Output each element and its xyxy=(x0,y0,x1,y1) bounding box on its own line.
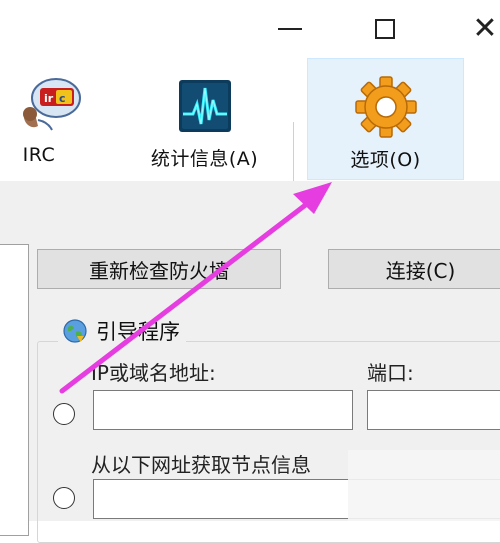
close-icon: ✕ xyxy=(472,11,498,46)
svg-text:c: c xyxy=(59,92,66,105)
bootstrap-title-text: 引导程序 xyxy=(96,320,180,344)
minimize-icon xyxy=(278,28,302,30)
irc-icon: ir c xyxy=(23,78,81,131)
ip-address-label: IP或域名地址: xyxy=(91,361,216,385)
toolbar-statistics-label: 统计信息(A) xyxy=(150,148,259,170)
bootstrap-group-title: 引导程序 xyxy=(58,316,186,346)
globe-icon xyxy=(63,319,87,343)
ip-address-radio[interactable] xyxy=(53,403,75,425)
toolbar-options-label: 选项(O) xyxy=(350,149,421,171)
url-source-radio[interactable] xyxy=(53,487,75,509)
connect-button[interactable]: 连接(C) xyxy=(328,249,500,289)
toolbar-irc-label: IRC xyxy=(22,144,56,166)
toolbar-options-button[interactable]: 选项(O) xyxy=(307,58,464,180)
url-source-label: 从以下网址获取节点信息 xyxy=(91,453,311,477)
minimize-button[interactable] xyxy=(260,0,320,58)
watermark-blur xyxy=(348,450,500,521)
left-list-panel[interactable] xyxy=(0,244,29,536)
toolbar-separator xyxy=(293,122,294,182)
toolbar-statistics-button[interactable]: 统计信息(A) xyxy=(122,58,287,180)
port-input[interactable] xyxy=(367,390,500,430)
recheck-firewall-button[interactable]: 重新检查防火墙 xyxy=(37,249,281,289)
svg-text:ir: ir xyxy=(44,92,54,105)
options-gear-icon xyxy=(354,76,417,138)
toolbar: ir c IRC 统计信息(A) 选项(O) xyxy=(0,58,500,182)
statistics-icon xyxy=(178,80,231,132)
maximize-button[interactable] xyxy=(355,0,415,58)
close-button[interactable]: ✕ xyxy=(455,0,500,58)
maximize-icon xyxy=(375,19,395,39)
ip-address-input[interactable] xyxy=(93,390,353,430)
toolbar-irc-button[interactable]: ir c IRC xyxy=(0,58,100,180)
port-label: 端口: xyxy=(367,361,414,385)
title-bar: ✕ xyxy=(0,0,500,58)
